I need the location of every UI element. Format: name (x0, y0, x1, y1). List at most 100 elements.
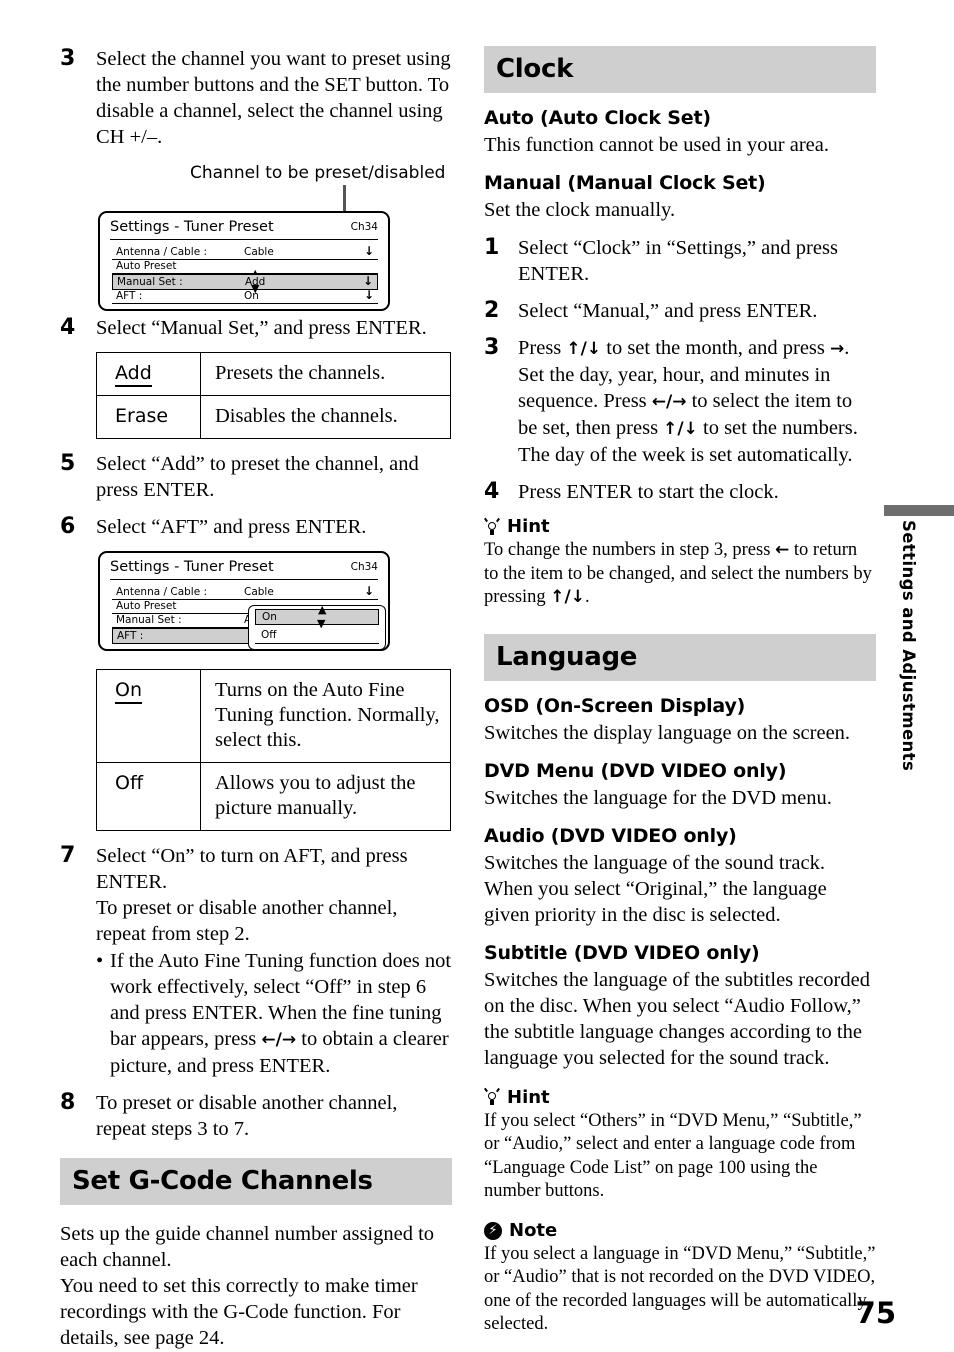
clock-hint-text: To change the numbers in step 3, press ←… (484, 539, 876, 610)
clock-step-3-number: 3 (484, 335, 500, 360)
lightbulb-icon (484, 517, 500, 537)
clock-step-2: 2 Select “Manual,” and press ENTER. (484, 298, 876, 324)
step-7: 7 Select “On” to turn on AFT, and press … (60, 843, 452, 1079)
step-6-text: Select “AFT” and press ENTER. (96, 516, 367, 538)
step3-part-a: Press (518, 337, 567, 359)
step-7-number: 7 (60, 843, 76, 868)
option-desc-on: Turns on the Auto Fine Tuning function. … (200, 669, 451, 763)
row-label: Antenna / Cable : (116, 586, 208, 598)
hint-label: Hint (507, 516, 550, 537)
language-hint-block: Hint If you select “Others” in “DVD Menu… (484, 1087, 876, 1204)
screen2-title: Settings - Tuner Preset (110, 559, 274, 575)
dropdown-option-label: Off (261, 629, 277, 641)
audio-text: Switches the language of the sound track… (484, 851, 827, 926)
subheading-osd: OSD (On-Screen Display) (484, 694, 746, 717)
language-hint-text: If you select “Others” in “DVD Menu,” “S… (484, 1110, 862, 1202)
step-7-line-1: Select “On” to turn on AFT, and press EN… (96, 845, 408, 893)
step-3-text: Select the channel you want to preset us… (96, 48, 451, 148)
step-7-body: Select “On” to turn on AFT, and press EN… (96, 843, 452, 1079)
up-down-arrow-icon-2: ↑/↓ (663, 419, 698, 439)
auto-clock-set-text: This function cannot be used in your are… (484, 134, 829, 156)
side-tab-bar (884, 505, 954, 516)
option-desc-erase: Disables the channels. (200, 395, 451, 439)
clock-step-3: 3 Press ↑/↓ to set the month, and press … (484, 335, 876, 468)
step3-part-b: to set the month, and press (601, 337, 831, 359)
table-aft-options: On Turns on the Auto Fine Tuning functio… (96, 669, 451, 831)
note-icon: ⚡ (484, 1221, 502, 1240)
row-label: Auto Preset (116, 600, 177, 612)
bullet-dot-icon: • (96, 950, 104, 972)
screen1-row-auto-preset: Auto Preset (112, 260, 378, 274)
screen1-divider (110, 239, 378, 240)
screen1-row-manual-set: Manual Set : Add ↓ (112, 274, 378, 290)
left-right-arrow-icon: ←/→ (651, 392, 687, 412)
left-right-arrow-icon: ←/→ (261, 1030, 297, 1050)
table-row: Erase Disables the channels. (96, 395, 451, 439)
row-label: Auto Preset (116, 260, 177, 272)
down-arrow-icon: ↓ (363, 584, 374, 598)
row-label: Antenna / Cable : (116, 246, 208, 258)
down-arrow-icon: ↓ (363, 244, 374, 258)
hint-part-c: . (585, 587, 590, 607)
gcode-paragraph-1: Sets up the guide channel number assigne… (60, 1223, 435, 1271)
aft-dropdown-popup[interactable]: On ▲ Off ▼ (248, 603, 386, 649)
step-3: 3 Select the channel you want to preset … (60, 46, 452, 150)
down-arrow-icon: ↓ (362, 274, 373, 288)
left-column: 3 Select the channel you want to preset … (60, 46, 452, 1351)
dropdown-option-label: On (262, 611, 277, 623)
clock-hint-heading: Hint (484, 516, 876, 538)
screen2-channel: Ch34 (350, 561, 378, 573)
language-note-heading: ⚡ Note (484, 1220, 876, 1242)
screen1-rows: Antenna / Cable : Cable ↓ Auto Preset ▲ … (112, 244, 378, 304)
down-arrow-icon: ↓ (363, 288, 374, 302)
hint-part-a: To change the numbers in step 3, press (484, 540, 776, 560)
step-8-text: To preset or disable another channel, re… (96, 1092, 398, 1140)
clock-step-3-text: Press ↑/↓ to set the month, and press →.… (518, 335, 876, 468)
screen1-row-aft: AFT : On ↓ (112, 288, 378, 304)
step-8-number: 8 (60, 1090, 76, 1115)
side-tab-label: Settings and Adjustments (899, 520, 918, 772)
dropdown-option-off[interactable]: Off ▼ (255, 618, 379, 644)
screen2-divider (110, 579, 378, 580)
clock-step-4-text: Press ENTER to start the clock. (518, 481, 779, 503)
caret-down-icon: ▼ (317, 617, 326, 630)
option-key-text: Add (115, 362, 152, 387)
right-column: Clock Auto (Auto Clock Set) This functio… (484, 46, 876, 1337)
row-label: Manual Set : (117, 276, 183, 288)
table-manual-set-options: Add Presets the channels. Erase Disables… (96, 352, 451, 439)
step-7-bullet-text: If the Auto Fine Tuning function does no… (110, 948, 452, 1079)
step-3-number: 3 (60, 46, 76, 71)
language-note-block: ⚡ Note If you select a language in “DVD … (484, 1220, 876, 1337)
row-value: Cable (244, 246, 274, 258)
option-desc-add: Presets the channels. (200, 352, 451, 396)
lightbulb-icon (484, 1087, 500, 1107)
screen-diagram-2-wrapper: Settings - Tuner Preset Ch34 Antenna / C… (98, 551, 452, 663)
step-7-bullet: • If the Auto Fine Tuning function does … (96, 948, 452, 1079)
gcode-paragraph-2: You need to set this correctly to make t… (60, 1275, 418, 1349)
clock-step-2-text: Select “Manual,” and press ENTER. (518, 300, 818, 322)
subtitle-text: Switches the language of the subtitles r… (484, 968, 870, 1069)
clock-step-4: 4 Press ENTER to start the clock. (484, 479, 876, 505)
step-4-number: 4 (60, 315, 76, 340)
screen1-row-antenna: Antenna / Cable : Cable ↓ (112, 244, 378, 260)
step-4: 4 Select “Manual Set,” and press ENTER. (60, 315, 452, 341)
caret-up-icon: ▲ (318, 603, 327, 616)
screen1-channel: Ch34 (350, 221, 378, 233)
option-key-text: On (115, 679, 142, 704)
option-key-off: Off (96, 762, 201, 831)
dvd-menu-text: Switches the language for the DVD menu. (484, 786, 832, 809)
right-arrow-icon: → (830, 339, 845, 359)
row-label: Manual Set : (116, 614, 182, 626)
screen-diagram-2: Settings - Tuner Preset Ch34 Antenna / C… (98, 551, 390, 651)
left-arrow-icon: ← (775, 540, 790, 560)
step-6-number: 6 (60, 514, 76, 539)
manual-clock-set-text: Set the clock manually. (484, 199, 676, 221)
section-heading-language: Language (484, 633, 876, 681)
screen1-title: Settings - Tuner Preset (110, 219, 274, 235)
callout-label-channel: Channel to be preset/disabled (190, 163, 446, 183)
hint-label: Hint (507, 1086, 550, 1108)
row-value: Cable (244, 586, 274, 598)
step-5: 5 Select “Add” to preset the channel, an… (60, 451, 452, 503)
callout-leader-line (343, 185, 346, 211)
option-key-erase: Erase (96, 395, 201, 439)
